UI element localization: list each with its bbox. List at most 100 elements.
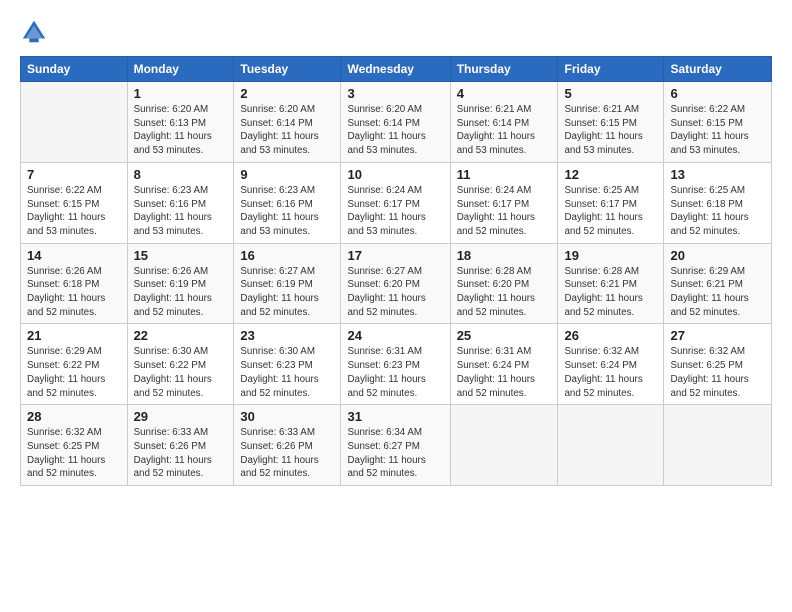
calendar-day-cell: 2 Sunrise: 6:20 AM Sunset: 6:14 PM Daylig… (234, 82, 341, 163)
day-number: 25 (457, 328, 552, 343)
day-info: Sunrise: 6:26 AM Sunset: 6:18 PM Dayligh… (27, 265, 121, 320)
page: SundayMondayTuesdayWednesdayThursdayFrid… (0, 0, 792, 612)
day-number: 24 (347, 328, 443, 343)
day-number: 5 (564, 86, 657, 101)
day-info: Sunrise: 6:30 AM Sunset: 6:22 PM Dayligh… (134, 345, 228, 400)
day-number: 7 (27, 167, 121, 182)
day-info: Sunrise: 6:24 AM Sunset: 6:17 PM Dayligh… (347, 184, 443, 239)
calendar-week-row: 14 Sunrise: 6:26 AM Sunset: 6:18 PM Dayli… (21, 243, 772, 324)
day-number: 26 (564, 328, 657, 343)
calendar-day-cell: 14 Sunrise: 6:26 AM Sunset: 6:18 PM Dayli… (21, 243, 128, 324)
calendar-day-cell: 15 Sunrise: 6:26 AM Sunset: 6:19 PM Dayli… (127, 243, 234, 324)
day-number: 10 (347, 167, 443, 182)
day-number: 30 (240, 409, 334, 424)
day-number: 3 (347, 86, 443, 101)
day-info: Sunrise: 6:20 AM Sunset: 6:14 PM Dayligh… (347, 103, 443, 158)
calendar-day-cell: 12Sunrise: 6:25 AM Sunset: 6:17 PM Dayli… (558, 162, 664, 243)
day-info: Sunrise: 6:32 AM Sunset: 6:25 PM Dayligh… (27, 426, 121, 481)
weekday-header-cell: Saturday (664, 57, 772, 82)
calendar-day-cell: 17Sunrise: 6:27 AM Sunset: 6:20 PM Dayli… (341, 243, 450, 324)
day-info: Sunrise: 6:32 AM Sunset: 6:24 PM Dayligh… (564, 345, 657, 400)
day-number: 12 (564, 167, 657, 182)
calendar-week-row: 7 Sunrise: 6:22 AM Sunset: 6:15 PM Daylig… (21, 162, 772, 243)
calendar-day-cell: 19 Sunrise: 6:28 AM Sunset: 6:21 PM Dayli… (558, 243, 664, 324)
day-number: 9 (240, 167, 334, 182)
day-info: Sunrise: 6:34 AM Sunset: 6:27 PM Dayligh… (347, 426, 443, 481)
day-info: Sunrise: 6:31 AM Sunset: 6:24 PM Dayligh… (457, 345, 552, 400)
day-info: Sunrise: 6:29 AM Sunset: 6:21 PM Dayligh… (670, 265, 765, 320)
calendar-day-cell: 16Sunrise: 6:27 AM Sunset: 6:19 PM Dayli… (234, 243, 341, 324)
calendar-day-cell: 10 Sunrise: 6:24 AM Sunset: 6:17 PM Dayli… (341, 162, 450, 243)
day-info: Sunrise: 6:24 AM Sunset: 6:17 PM Dayligh… (457, 184, 552, 239)
calendar-body: 1Sunrise: 6:20 AM Sunset: 6:13 PM Daylig… (21, 82, 772, 486)
day-info: Sunrise: 6:20 AM Sunset: 6:13 PM Dayligh… (134, 103, 228, 158)
day-number: 17 (347, 248, 443, 263)
calendar-day-cell: 30 Sunrise: 6:33 AM Sunset: 6:26 PM Dayli… (234, 405, 341, 486)
day-number: 20 (670, 248, 765, 263)
calendar-day-cell: 6 Sunrise: 6:22 AM Sunset: 6:15 PM Daylig… (664, 82, 772, 163)
weekday-header-cell: Tuesday (234, 57, 341, 82)
calendar-week-row: 28 Sunrise: 6:32 AM Sunset: 6:25 PM Dayli… (21, 405, 772, 486)
day-info: Sunrise: 6:28 AM Sunset: 6:21 PM Dayligh… (564, 265, 657, 320)
day-info: Sunrise: 6:26 AM Sunset: 6:19 PM Dayligh… (134, 265, 228, 320)
weekday-header-cell: Monday (127, 57, 234, 82)
day-info: Sunrise: 6:33 AM Sunset: 6:26 PM Dayligh… (240, 426, 334, 481)
day-number: 11 (457, 167, 552, 182)
calendar-day-cell: 7 Sunrise: 6:22 AM Sunset: 6:15 PM Daylig… (21, 162, 128, 243)
calendar-day-cell: 24 Sunrise: 6:31 AM Sunset: 6:23 PM Dayli… (341, 324, 450, 405)
header (20, 18, 772, 46)
day-info: Sunrise: 6:27 AM Sunset: 6:19 PM Dayligh… (240, 265, 334, 320)
day-info: Sunrise: 6:25 AM Sunset: 6:18 PM Dayligh… (670, 184, 765, 239)
day-info: Sunrise: 6:23 AM Sunset: 6:16 PM Dayligh… (134, 184, 228, 239)
calendar-week-row: 1Sunrise: 6:20 AM Sunset: 6:13 PM Daylig… (21, 82, 772, 163)
calendar-day-cell: 28 Sunrise: 6:32 AM Sunset: 6:25 PM Dayli… (21, 405, 128, 486)
calendar-day-cell (664, 405, 772, 486)
day-info: Sunrise: 6:32 AM Sunset: 6:25 PM Dayligh… (670, 345, 765, 400)
calendar-day-cell: 18 Sunrise: 6:28 AM Sunset: 6:20 PM Dayli… (450, 243, 558, 324)
calendar-day-cell: 8 Sunrise: 6:23 AM Sunset: 6:16 PM Daylig… (127, 162, 234, 243)
calendar-day-cell: 13 Sunrise: 6:25 AM Sunset: 6:18 PM Dayli… (664, 162, 772, 243)
day-number: 6 (670, 86, 765, 101)
day-info: Sunrise: 6:33 AM Sunset: 6:26 PM Dayligh… (134, 426, 228, 481)
day-info: Sunrise: 6:31 AM Sunset: 6:23 PM Dayligh… (347, 345, 443, 400)
calendar-day-cell: 1Sunrise: 6:20 AM Sunset: 6:13 PM Daylig… (127, 82, 234, 163)
day-number: 21 (27, 328, 121, 343)
day-number: 15 (134, 248, 228, 263)
day-number: 2 (240, 86, 334, 101)
calendar-day-cell (21, 82, 128, 163)
weekday-header-cell: Thursday (450, 57, 558, 82)
calendar-day-cell: 21Sunrise: 6:29 AM Sunset: 6:22 PM Dayli… (21, 324, 128, 405)
calendar-table: SundayMondayTuesdayWednesdayThursdayFrid… (20, 56, 772, 486)
day-number: 31 (347, 409, 443, 424)
day-info: Sunrise: 6:20 AM Sunset: 6:14 PM Dayligh… (240, 103, 334, 158)
logo-icon (20, 18, 48, 46)
calendar-day-cell: 11 Sunrise: 6:24 AM Sunset: 6:17 PM Dayli… (450, 162, 558, 243)
day-number: 13 (670, 167, 765, 182)
calendar-day-cell: 31 Sunrise: 6:34 AM Sunset: 6:27 PM Dayli… (341, 405, 450, 486)
calendar-day-cell: 26 Sunrise: 6:32 AM Sunset: 6:24 PM Dayli… (558, 324, 664, 405)
calendar-day-cell: 4Sunrise: 6:21 AM Sunset: 6:14 PM Daylig… (450, 82, 558, 163)
day-info: Sunrise: 6:22 AM Sunset: 6:15 PM Dayligh… (27, 184, 121, 239)
calendar-day-cell: 5 Sunrise: 6:21 AM Sunset: 6:15 PM Daylig… (558, 82, 664, 163)
day-info: Sunrise: 6:21 AM Sunset: 6:14 PM Dayligh… (457, 103, 552, 158)
day-number: 19 (564, 248, 657, 263)
weekday-header-cell: Wednesday (341, 57, 450, 82)
calendar-day-cell: 29 Sunrise: 6:33 AM Sunset: 6:26 PM Dayli… (127, 405, 234, 486)
weekday-header-row: SundayMondayTuesdayWednesdayThursdayFrid… (21, 57, 772, 82)
day-info: Sunrise: 6:28 AM Sunset: 6:20 PM Dayligh… (457, 265, 552, 320)
calendar-day-cell: 22Sunrise: 6:30 AM Sunset: 6:22 PM Dayli… (127, 324, 234, 405)
weekday-header-cell: Sunday (21, 57, 128, 82)
day-number: 14 (27, 248, 121, 263)
day-number: 29 (134, 409, 228, 424)
day-number: 27 (670, 328, 765, 343)
calendar-day-cell (450, 405, 558, 486)
day-number: 28 (27, 409, 121, 424)
day-number: 8 (134, 167, 228, 182)
day-number: 18 (457, 248, 552, 263)
calendar-day-cell: 9Sunrise: 6:23 AM Sunset: 6:16 PM Daylig… (234, 162, 341, 243)
day-number: 23 (240, 328, 334, 343)
calendar-day-cell: 27 Sunrise: 6:32 AM Sunset: 6:25 PM Dayli… (664, 324, 772, 405)
day-info: Sunrise: 6:22 AM Sunset: 6:15 PM Dayligh… (670, 103, 765, 158)
calendar-day-cell: 3 Sunrise: 6:20 AM Sunset: 6:14 PM Daylig… (341, 82, 450, 163)
day-info: Sunrise: 6:21 AM Sunset: 6:15 PM Dayligh… (564, 103, 657, 158)
